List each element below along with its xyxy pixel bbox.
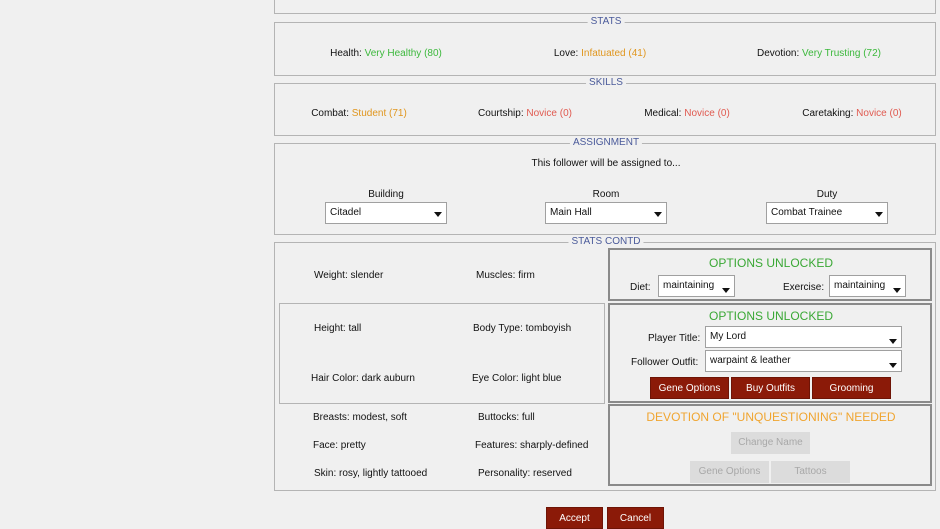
tattoos-button[interactable]: Tattoos [771,461,850,483]
top-panel [274,0,936,14]
chevron-down-icon [889,339,897,344]
options-diet-title: OPTIONS UNLOCKED [708,256,834,270]
room-label: Room [592,189,620,200]
building-select-value: Citadel [330,207,362,218]
skill-courtship-label: Courtship: [478,108,524,119]
skill-caretaking-value: Novice (0) [856,108,902,119]
stat-love: Love: Infatuated (41) [554,48,646,60]
skill-combat-value: Student (71) [351,108,407,119]
options-diet-panel: OPTIONS UNLOCKED Diet: maintaining Exerc… [608,248,932,301]
exercise-select-value: maintaining [834,280,886,291]
skill-medical-value: Novice (0) [684,108,730,119]
skill-courtship: Courtship: Novice (0) [478,108,572,120]
cancel-button[interactable]: Cancel [607,507,664,529]
duty-select-value: Combat Trainee [771,207,843,218]
skills-panel: SKILLS Combat: Student (71) Courtship: N… [274,77,936,136]
accept-button[interactable]: Accept [546,507,603,529]
chevron-down-icon [722,288,730,293]
devotion-locked-title: DEVOTION OF "UNQUESTIONING" NEEDED [646,410,896,424]
skills-legend: SKILLS [586,77,626,89]
skill-caretaking-label: Caretaking: [802,108,854,119]
stat-love-value: Infatuated (41) [581,48,647,59]
stat-love-label: Love: [553,48,579,59]
exercise-select[interactable]: maintaining [829,275,906,297]
stats-legend: STATS [587,16,625,28]
stat-health-value: Very Healthy (80) [364,48,442,59]
breasts-text: Breasts: modest, soft [313,412,407,423]
skill-medical-label: Medical: [644,108,682,119]
height-text: Height: tall [314,323,362,334]
diet-select-value: maintaining [663,280,715,291]
muscles-text: Muscles: firm [476,270,535,281]
player-title-select[interactable]: My Lord [705,326,902,348]
stat-devotion: Devotion: Very Trusting (72) [757,48,881,60]
gene-options-button[interactable]: Gene Options [650,377,729,399]
stats-contd-legend: STATS CONTD [568,236,644,248]
stat-health-label: Health: [330,48,362,59]
gene-options-locked-button[interactable]: Gene Options [690,461,769,483]
assignment-panel: ASSIGNMENT This follower will be assigne… [274,137,936,235]
eye-color-text: Eye Color: light blue [472,373,562,384]
follower-outfit-select[interactable]: warpaint & leather [705,350,902,372]
follower-outfit-value: warpaint & leather [710,355,791,366]
skin-text: Skin: rosy, lightly tattooed [314,468,428,479]
buttocks-text: Buttocks: full [478,412,535,423]
change-name-button[interactable]: Change Name [731,432,810,454]
stat-devotion-value: Very Trusting (72) [802,48,881,59]
face-text: Face: pretty [313,440,366,451]
follower-outfit-label: Follower Outfit: [631,357,699,368]
assignment-subtitle: This follower will be assigned to... [531,158,681,169]
stat-devotion-label: Devotion: [757,48,800,59]
building-select[interactable]: Citadel [325,202,447,224]
chevron-down-icon [434,212,442,217]
chevron-down-icon [893,288,901,293]
player-title-label: Player Title: [648,333,701,344]
skill-caretaking: Caretaking: Novice (0) [802,108,902,120]
weight-text: Weight: slender [314,270,384,281]
player-title-value: My Lord [710,331,747,342]
room-select[interactable]: Main Hall [545,202,667,224]
assignment-legend: ASSIGNMENT [569,137,643,149]
personality-text: Personality: reserved [478,468,572,479]
devotion-locked-panel: DEVOTION OF "UNQUESTIONING" NEEDED Chang… [608,404,932,486]
chevron-down-icon [889,363,897,368]
skill-combat: Combat: Student (71) [311,108,407,120]
stat-health: Health: Very Healthy (80) [330,48,442,60]
duty-label: Duty [816,189,838,200]
skill-medical: Medical: Novice (0) [644,108,730,120]
chevron-down-icon [654,212,662,217]
exercise-label: Exercise: [783,282,825,293]
duty-select[interactable]: Combat Trainee [766,202,888,224]
room-select-value: Main Hall [550,207,592,218]
building-label: Building [368,189,404,200]
skill-combat-label: Combat: [311,108,349,119]
stats-panel: STATS Health: Very Healthy (80) Love: In… [274,16,936,76]
hair-color-text: Hair Color: dark auburn [311,373,415,384]
buy-outfits-button[interactable]: Buy Outfits [731,377,810,399]
skill-courtship-value: Novice (0) [526,108,572,119]
features-text: Features: sharply-defined [475,440,589,451]
options-appearance-title: OPTIONS UNLOCKED [708,309,834,323]
options-appearance-panel: OPTIONS UNLOCKED Player Title: My Lord F… [608,303,932,403]
grooming-button[interactable]: Grooming [812,377,891,399]
body-type-text: Body Type: tomboyish [473,323,572,334]
appearance-group [279,303,605,404]
diet-label: Diet: [630,282,651,293]
diet-select[interactable]: maintaining [658,275,735,297]
chevron-down-icon [875,212,883,217]
